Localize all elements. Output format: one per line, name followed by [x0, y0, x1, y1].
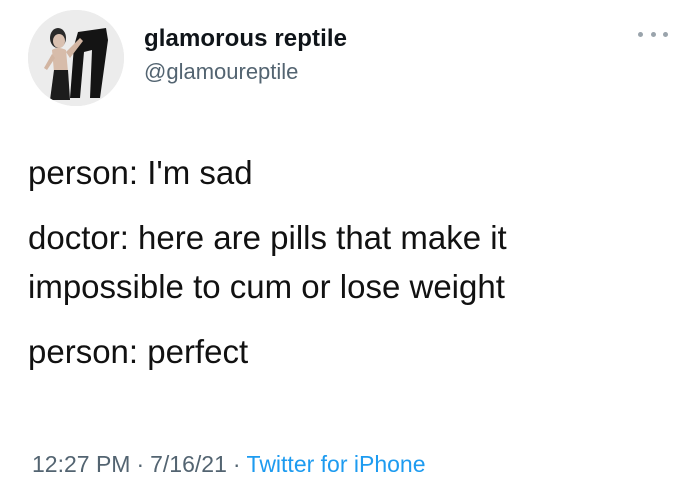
- tweet-source-link[interactable]: Twitter for iPhone: [247, 451, 426, 477]
- tweet-text: person: I'm sad doctor: here are pills t…: [28, 148, 668, 376]
- tweet-time[interactable]: 12:27 PM: [32, 451, 130, 477]
- dot-icon: [663, 31, 668, 37]
- separator: ·: [232, 451, 241, 477]
- author-display-name[interactable]: glamorous reptile: [144, 24, 347, 54]
- tweet-line: person: I'm sad: [28, 154, 253, 191]
- tweet-card: glamorous reptile @glamoureptile person:…: [0, 0, 700, 493]
- tweet-line: impossible to cum or lose weight: [28, 268, 505, 305]
- tweet-line: person: perfect: [28, 333, 249, 370]
- tweet-metadata: 12:27 PM · 7/16/21 · Twitter for iPhone: [32, 449, 426, 479]
- profile-photo-icon: [28, 10, 124, 106]
- dot-icon: [638, 31, 643, 37]
- more-options-icon[interactable]: [638, 26, 668, 42]
- author-handle[interactable]: @glamoureptile: [144, 58, 298, 86]
- dot-icon: [650, 31, 656, 37]
- avatar[interactable]: [28, 10, 124, 106]
- tweet-date[interactable]: 7/16/21: [150, 451, 227, 477]
- separator: ·: [136, 451, 145, 477]
- tweet-line: doctor: here are pills that make it: [28, 219, 507, 256]
